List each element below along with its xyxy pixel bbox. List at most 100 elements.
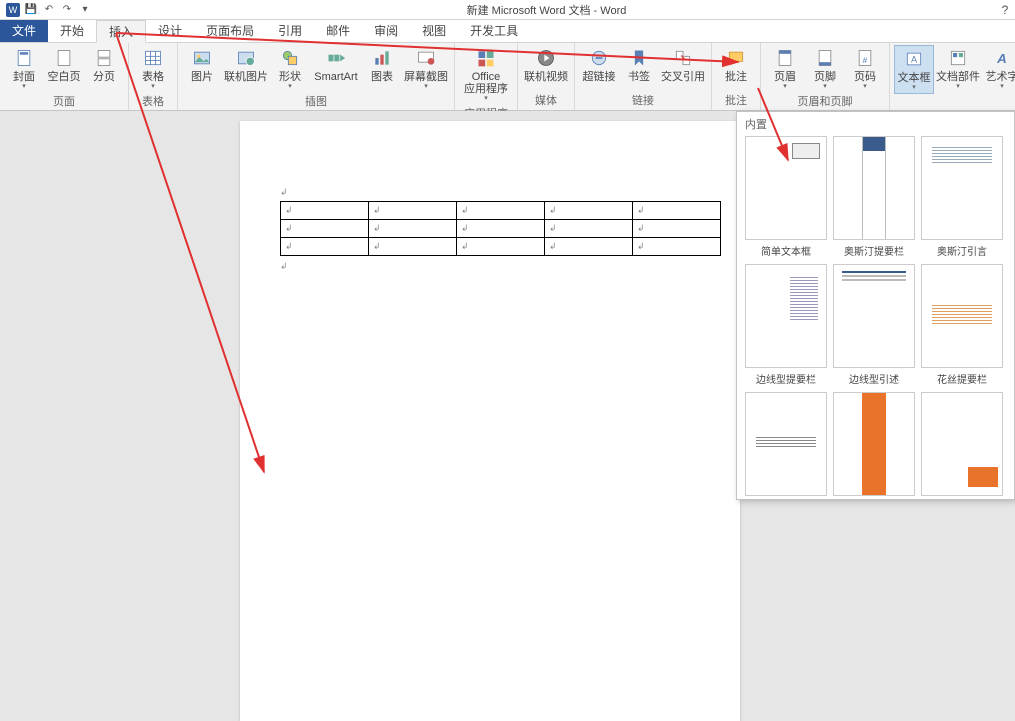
svg-text:A: A xyxy=(911,54,918,64)
chart-icon xyxy=(371,47,393,69)
chart-button[interactable]: 图表 xyxy=(362,45,402,85)
save-icon[interactable]: 💾 xyxy=(24,3,38,17)
shapes-icon xyxy=(279,47,301,69)
table-row[interactable]: ↲↲↲↲↲ xyxy=(281,220,721,238)
group-links: 超链接 书签 交叉引用 链接 xyxy=(575,43,712,110)
help-icon[interactable]: ? xyxy=(995,3,1015,17)
shapes-button[interactable]: 形状▾ xyxy=(270,45,310,92)
picture-icon xyxy=(191,47,213,69)
gallery-item-border-sidebar[interactable]: 边线型提要栏 xyxy=(745,264,827,386)
smartart-icon xyxy=(325,47,347,69)
online-video-button[interactable]: 联机视频 xyxy=(522,45,570,85)
tab-file[interactable]: 文件 xyxy=(0,20,48,42)
textbox-icon: A xyxy=(903,48,925,70)
tab-view[interactable]: 视图 xyxy=(410,20,458,42)
footer-icon xyxy=(814,47,836,69)
tab-layout[interactable]: 页面布局 xyxy=(194,20,266,42)
gallery-header: 内置 xyxy=(737,112,1014,134)
qat-dropdown-icon[interactable]: ▾ xyxy=(78,3,92,17)
tab-insert[interactable]: 插入 xyxy=(96,20,146,43)
gallery-item[interactable] xyxy=(745,392,827,496)
video-icon xyxy=(535,47,557,69)
group-comments-label: 批注 xyxy=(716,91,756,110)
document-table[interactable]: ↲↲↲↲↲ ↲↲↲↲↲ ↲↲↲↲↲ xyxy=(280,201,721,256)
page-icon xyxy=(13,47,35,69)
tab-design[interactable]: 设计 xyxy=(146,20,194,42)
gallery-item-border-quote[interactable]: 边线型引述 xyxy=(833,264,915,386)
hyperlink-button[interactable]: 超链接 xyxy=(579,45,619,85)
gallery-item-austin-sidebar[interactable]: 奥斯汀提要栏 xyxy=(833,136,915,258)
bookmark-button[interactable]: 书签 xyxy=(619,45,659,85)
group-links-label: 链接 xyxy=(579,91,707,110)
screenshot-button[interactable]: 屏幕截图▾ xyxy=(402,45,450,92)
gallery-item-austin-quote[interactable]: 奥斯汀引言 xyxy=(921,136,1003,258)
window-title: 新建 Microsoft Word 文档 - Word xyxy=(98,2,995,18)
comment-icon xyxy=(725,47,747,69)
gallery-item-lace-sidebar[interactable]: 花丝提要栏 xyxy=(921,264,1003,386)
online-pictures-button[interactable]: 联机图片 xyxy=(222,45,270,85)
quickparts-icon xyxy=(947,47,969,69)
page-break-icon xyxy=(93,47,115,69)
thumb-icon xyxy=(745,392,827,496)
crossref-button[interactable]: 交叉引用 xyxy=(659,45,707,85)
thumb-icon xyxy=(745,264,827,368)
link-icon xyxy=(588,47,610,69)
ribbon-tabs: 文件 开始 插入 设计 页面布局 引用 邮件 审阅 视图 开发工具 xyxy=(0,20,1015,43)
quickparts-button[interactable]: 文档部件▾ xyxy=(934,45,982,92)
group-apps: Office 应用程序▾ 应用程序 xyxy=(455,43,518,110)
paragraph-mark: ↲ xyxy=(280,261,288,272)
page-break-button[interactable]: 分页 xyxy=(84,45,124,85)
bookmark-icon xyxy=(628,47,650,69)
thumb-icon xyxy=(921,136,1003,240)
textbox-button[interactable]: A文本框▾ xyxy=(894,45,934,94)
group-comments: 批注 批注 xyxy=(712,43,761,110)
tab-dev[interactable]: 开发工具 xyxy=(458,20,530,42)
table-icon xyxy=(142,47,164,69)
pagenum-icon: # xyxy=(854,47,876,69)
group-illustrations: 图片 联机图片 形状▾ SmartArt 图表 屏幕截图▾ 插图 xyxy=(178,43,455,110)
table-row[interactable]: ↲↲↲↲↲ xyxy=(281,238,721,256)
thumb-icon xyxy=(833,136,915,240)
tab-mail[interactable]: 邮件 xyxy=(314,20,362,42)
group-illustrations-label: 插图 xyxy=(182,92,450,111)
group-headerfooter-label: 页眉和页脚 xyxy=(765,92,885,111)
picture-button[interactable]: 图片 xyxy=(182,45,222,85)
page-number-button[interactable]: #页码▾ xyxy=(845,45,885,92)
cover-page-button[interactable]: 封面▾ xyxy=(4,45,44,92)
page[interactable]: ↲ ↲↲↲↲↲ ↲↲↲↲↲ ↲↲↲↲↲ ↲ xyxy=(240,121,740,721)
thumb-icon xyxy=(745,136,827,240)
word-app-icon: W xyxy=(6,3,20,17)
undo-icon[interactable]: ↶ xyxy=(42,3,56,17)
office-apps-button[interactable]: Office 应用程序▾ xyxy=(459,45,513,104)
smartart-button[interactable]: SmartArt xyxy=(310,45,362,85)
svg-text:A: A xyxy=(996,51,1007,66)
table-row[interactable]: ↲↲↲↲↲ xyxy=(281,202,721,220)
header-button[interactable]: 页眉▾ xyxy=(765,45,805,92)
table-button[interactable]: 表格▾ xyxy=(133,45,173,92)
gallery-item[interactable] xyxy=(921,392,1003,496)
svg-text:#: # xyxy=(863,55,868,65)
redo-icon[interactable]: ↷ xyxy=(60,3,74,17)
blank-page-button[interactable]: 空白页 xyxy=(44,45,84,85)
title-bar: W 💾 ↶ ↷ ▾ 新建 Microsoft Word 文档 - Word ? xyxy=(0,0,1015,20)
comment-button[interactable]: 批注 xyxy=(716,45,756,85)
tab-references[interactable]: 引用 xyxy=(266,20,314,42)
group-pages: 封面▾ 空白页 分页 页面 xyxy=(0,43,129,110)
group-headerfooter: 页眉▾ 页脚▾ #页码▾ 页眉和页脚 xyxy=(761,43,890,110)
group-text: A文本框▾ 文档部件▾ A艺术字▾ A首字下沉▾ ✍签名行 ▾ 📅日期和时间 ▦… xyxy=(890,43,1015,110)
thumb-icon xyxy=(833,392,915,496)
wordart-button[interactable]: A艺术字▾ xyxy=(982,45,1015,92)
group-media: 联机视频 媒体 xyxy=(518,43,575,110)
footer-button[interactable]: 页脚▾ xyxy=(805,45,845,92)
gallery-grid: 简单文本框 奥斯汀提要栏 奥斯汀引言 边线型提要栏 边线型引述 花丝提要栏 xyxy=(737,134,1014,498)
group-tables-label: 表格 xyxy=(133,92,173,111)
gallery-item[interactable] xyxy=(833,392,915,496)
tab-home[interactable]: 开始 xyxy=(48,20,96,42)
online-picture-icon xyxy=(235,47,257,69)
screenshot-icon xyxy=(415,47,437,69)
tab-review[interactable]: 审阅 xyxy=(362,20,410,42)
group-pages-label: 页面 xyxy=(4,92,124,111)
thumb-icon xyxy=(833,264,915,368)
thumb-icon xyxy=(921,392,1003,496)
gallery-item-simple-textbox[interactable]: 简单文本框 xyxy=(745,136,827,258)
